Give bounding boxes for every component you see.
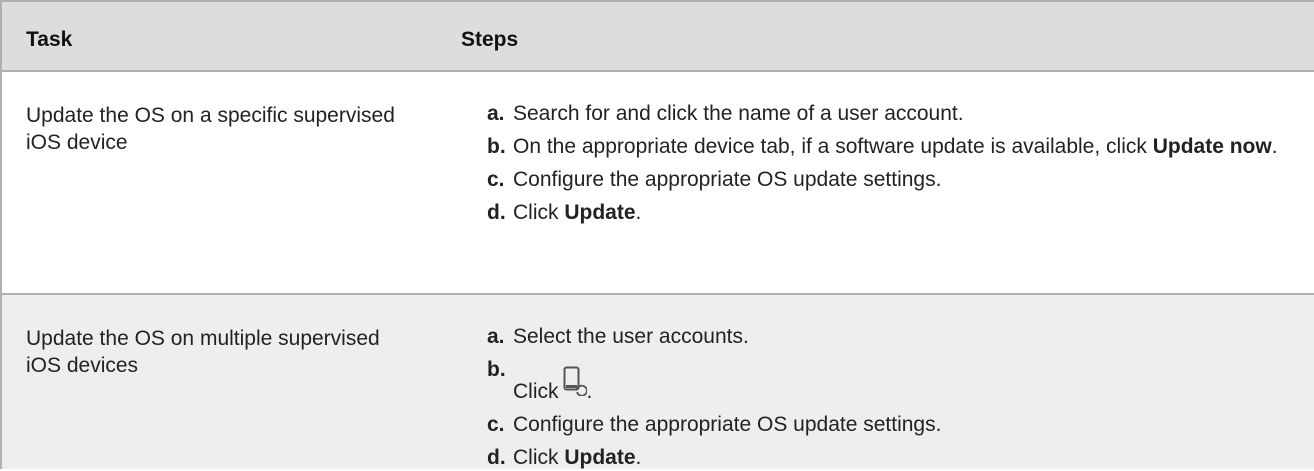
list-item: d. Click Update. (487, 199, 1278, 226)
step-text: Search for and click the name of a user … (513, 102, 964, 125)
step-letter: d. (487, 201, 506, 224)
steps-list: a. Select the user accounts. b. Click . … (461, 295, 1314, 471)
step-text-before: Click (513, 446, 565, 469)
step-text-after: . (586, 380, 593, 403)
step-text: Click . (513, 356, 1278, 405)
step-text-after: . (635, 201, 642, 224)
step-letter: b. (487, 135, 506, 158)
step-text: On the appropriate device tab, if a soft… (513, 133, 1278, 160)
step-text-before: Click (513, 380, 559, 403)
step-text-before: On the appropriate device tab, if a soft… (513, 135, 1153, 158)
step-text-after: . (635, 446, 642, 469)
table-header-row: Task Steps (2, 0, 1314, 72)
table-row: Update the OS on multiple supervised iOS… (2, 295, 1314, 469)
step-text-after: . (1271, 135, 1278, 158)
step-text: Click Update. (513, 199, 1278, 226)
step-letter: c. (487, 168, 505, 191)
os-update-table: Task Steps Update the OS on a specific s… (0, 0, 1314, 469)
steps-cell: a. Search for and click the name of a us… (435, 72, 1314, 293)
step-text-before: Click (513, 201, 565, 224)
header-task: Task (26, 28, 73, 51)
step-letter: d. (487, 446, 506, 469)
step-text: Click Update. (513, 444, 1278, 471)
step-letter: c. (487, 413, 505, 436)
list-item: d. Click Update. (487, 444, 1278, 471)
task-cell: Update the OS on multiple supervised iOS… (26, 327, 380, 377)
update-label: Update (564, 446, 636, 469)
step-letter: b. (487, 358, 506, 381)
device-update-icon (563, 366, 588, 403)
task-cell: Update the OS on a specific supervised i… (26, 104, 395, 154)
list-item: a. Select the user accounts. (487, 323, 1278, 350)
list-item: c. Configure the appropriate OS update s… (487, 411, 1278, 438)
list-item: a. Search for and click the name of a us… (487, 100, 1278, 127)
step-letter: a. (487, 102, 505, 125)
update-now-label: Update now (1152, 135, 1272, 158)
steps-list: a. Search for and click the name of a us… (461, 72, 1314, 226)
step-text: Configure the appropriate OS update sett… (513, 413, 942, 436)
step-text: Configure the appropriate OS update sett… (513, 168, 942, 191)
table-row: Update the OS on a specific supervised i… (2, 72, 1314, 295)
step-letter: a. (487, 325, 505, 348)
list-item: c. Configure the appropriate OS update s… (487, 166, 1278, 193)
header-steps: Steps (461, 28, 519, 51)
update-label: Update (564, 201, 636, 224)
step-text: Select the user accounts. (513, 325, 749, 348)
list-item: b. Click . (487, 356, 1278, 405)
steps-cell: a. Select the user accounts. b. Click . … (435, 295, 1314, 469)
list-item: b. On the appropriate device tab, if a s… (487, 133, 1278, 160)
